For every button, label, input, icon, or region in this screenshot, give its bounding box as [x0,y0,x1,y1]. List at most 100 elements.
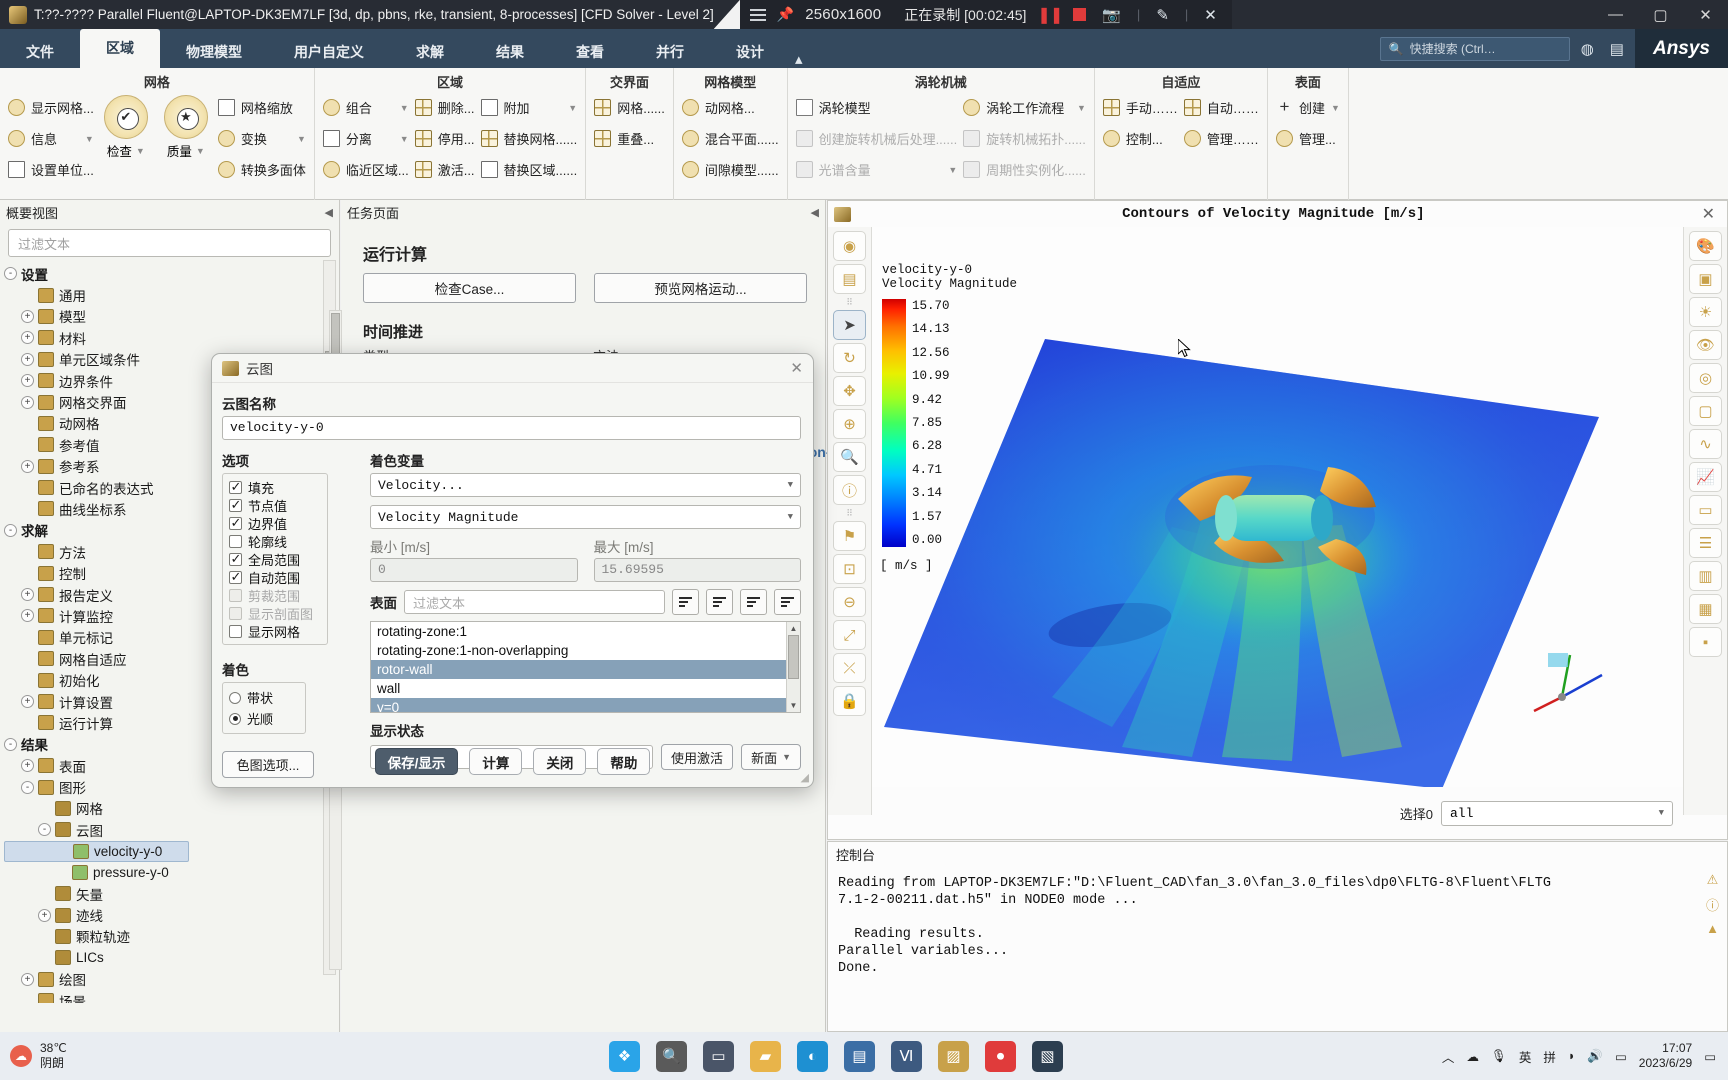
surfaces-scrollbar[interactable]: ▲ ▼ [786,622,800,712]
scroll-icon[interactable]: ▲ [1702,918,1723,938]
ribbon-item-激活...[interactable]: 激活... [414,157,475,182]
ribbon-item-重叠...[interactable]: 重叠... [594,126,665,151]
sun-icon[interactable]: ☀ [1689,297,1722,327]
chevron-down-icon[interactable]: ▼ [400,134,409,144]
recorder[interactable]: ⏺ [984,1040,1016,1072]
eye-slash-icon[interactable]: ◎ [1689,363,1722,393]
ribbon-button-质量[interactable]: ★ 质量 ▼ [160,95,212,160]
tree-item-设置[interactable]: - 设置 [4,263,339,284]
surface-item-y=0[interactable]: y=0 [371,698,800,712]
collapse-icon[interactable]: - [4,267,17,281]
option-自动范围[interactable]: 自动范围 [229,568,321,586]
expand-icon[interactable]: + [21,588,34,602]
collapse-icon[interactable]: - [21,780,34,794]
chevron-down-icon[interactable]: ▼ [948,165,957,175]
ribbon-item-显示网格...[interactable]: 显示网格... [8,95,94,120]
ribbon-tab-查看[interactable]: 查看 [550,36,630,68]
ribbon-item-转换多面体[interactable]: 转换多面体 [217,157,306,182]
graphics-canvas[interactable]: velocity-y-0 Velocity Magnitude 15.70 14.… [872,227,1683,787]
preview-mesh-motion-button[interactable]: 预览网格运动... [594,273,807,303]
layers-icon[interactable]: ▣ [1689,264,1722,294]
tree-item-LICs[interactable]: LICs [4,947,339,968]
list-icon[interactable]: ☰ [1689,528,1722,558]
chevron-down-icon[interactable]: ▼ [136,146,145,156]
tree-item-迹线[interactable]: + 迹线 [4,904,339,925]
frame-icon[interactable]: ▦ [1689,594,1722,624]
expand-icon[interactable]: + [21,459,34,473]
app-wb[interactable]: ▨ [937,1040,969,1072]
curve-icon[interactable]: ∿ [1689,429,1722,459]
ribbon-tab-设计[interactable]: 设计 [710,36,790,68]
coloring-光顺[interactable]: 光顺 [229,708,299,729]
ime-lang[interactable]: 英 [1519,1047,1532,1066]
ribbon-tab-物理模型[interactable]: 物理模型 [160,36,268,68]
close-icon[interactable]: ✕ [790,359,803,377]
close-window-button[interactable]: ✕ [1683,0,1728,29]
option-节点值[interactable]: 节点值 [229,496,321,514]
weather-widget[interactable]: ☁ 38℃ 阴朗 [0,1041,230,1071]
ribbon-item-创建[interactable]: + 创建 ▼ [1276,95,1340,120]
tree-item-场景[interactable]: 场景 [4,990,339,1003]
store[interactable]: ▤ [843,1040,875,1072]
stop-icon[interactable] [1073,8,1087,21]
ribbon-item-停用...[interactable]: 停用... [414,126,475,151]
outline-filter-input[interactable]: 过滤文本 [8,229,331,257]
ribbon-item-管理……[interactable]: 管理…… [1183,126,1259,151]
console-output[interactable]: Reading from LAPTOP-DK3EM7LF:"D:\Fluent_… [828,867,1727,1031]
probe-info-icon[interactable]: ⓘ [833,475,866,505]
field-name-select[interactable]: Velocity Magnitude ▼ [370,505,801,529]
ribbon-item-动网格...[interactable]: 动网格... [681,95,779,120]
ribbon-item-替换区域......[interactable]: 替换区域...... [480,157,577,182]
chevron-down-icon[interactable]: ▼ [400,103,409,113]
chevron-up-icon[interactable]: ︿ [1442,1047,1455,1066]
battery-icon[interactable]: ▭ [1615,1049,1627,1064]
magnifier-icon[interactable]: 🔍 [833,442,866,472]
max-input[interactable]: 15.69595 [593,558,801,582]
expand-icon[interactable]: + [21,309,34,323]
grid-dots-icon[interactable]: ⠿ [833,508,866,518]
ribbon-item-组合[interactable]: 组合 ▼ [322,95,409,120]
warning-icon[interactable]: ⚠ [1702,870,1723,890]
expand-icon[interactable]: + [21,331,34,345]
dialog-button-计算[interactable]: 计算 [469,748,523,775]
start-button[interactable]: ❖ [608,1040,640,1072]
ribbon-item-涡轮模型[interactable]: 涡轮模型 [795,95,958,120]
tree-item-材料[interactable]: + 材料 [4,327,339,348]
pan-icon[interactable]: ✥ [833,376,866,406]
surface-item-rotating-zone:1-non-overlapping[interactable]: rotating-zone:1-non-overlapping [371,641,800,660]
option-轮廓线[interactable]: 轮廓线 [229,532,321,550]
ribbon-tab-文件[interactable]: 文件 [0,36,80,68]
sidebar-icon[interactable]: ▥ [1689,561,1722,591]
zoom-region-icon[interactable]: ⊡ [833,554,866,584]
ribbon-tab-并行[interactable]: 并行 [630,36,710,68]
tree-item-网格[interactable]: 网格 [4,798,339,819]
zoom-in-box-icon[interactable]: ⊕ [833,409,866,439]
tree-item-模型[interactable]: + 模型 [4,306,339,327]
camera-icon[interactable]: 📷 [1097,6,1126,24]
chevron-down-icon[interactable]: ▼ [85,134,94,144]
expand-icon[interactable]: + [21,374,34,388]
ribbon-item-变换[interactable]: 变换 ▼ [217,126,306,151]
surface-item-wall[interactable]: wall [371,679,800,698]
min-input[interactable]: 0 [370,558,578,582]
volume-icon[interactable]: 🔊 [1587,1049,1603,1064]
expand-icon[interactable]: + [21,759,34,773]
close-icon[interactable]: ✕ [1199,6,1222,24]
ribbon-item-信息[interactable]: 信息 ▼ [8,126,94,151]
chevron-down-icon[interactable]: ▼ [1331,103,1340,113]
dialog-button-保存/显示[interactable]: 保存/显示 [374,748,459,775]
expand-icon[interactable]: + [21,395,34,409]
tree-item-颗粒轨迹[interactable]: 颗粒轨迹 [4,926,339,947]
flag-icon[interactable]: ⚑ [833,521,866,551]
ime-mode[interactable]: 拼 [1543,1047,1556,1066]
hamburger-icon[interactable] [749,6,766,24]
collapse-icon[interactable]: - [38,823,51,837]
ribbon-tab-求解[interactable]: 求解 [390,36,470,68]
scroll-down-icon[interactable]: ▼ [787,699,800,712]
ribbon-tab-用户自定义[interactable]: 用户自定义 [268,36,390,68]
tree-item-绘图[interactable]: + 绘图 [4,969,339,990]
tree-item-云图[interactable]: - 云图 [4,819,339,840]
copy-icon[interactable]: ▤ [833,264,866,294]
field-category-select[interactable]: Velocity... ▼ [370,473,801,497]
expand-icon[interactable]: + [38,908,51,922]
